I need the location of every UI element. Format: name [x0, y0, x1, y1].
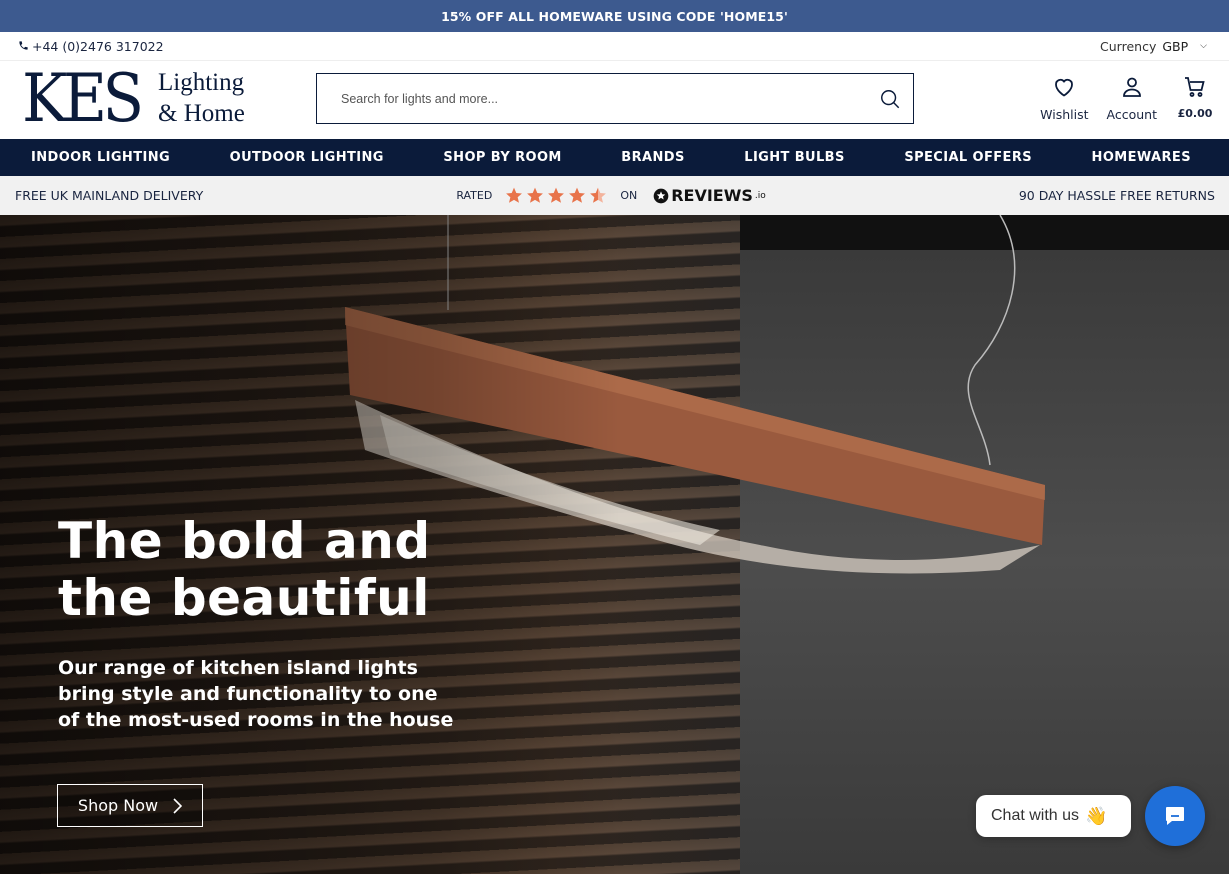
usp-returns: 90 DAY HASSLE FREE RETURNS — [1018, 188, 1215, 203]
nav-light-bulbs[interactable]: LIGHT BULBS — [744, 150, 845, 165]
basket-button[interactable]: £0.00 — [1175, 75, 1215, 122]
search-icon[interactable] — [879, 88, 901, 110]
currency-selector[interactable]: Currency GBP ⌵ — [1100, 39, 1207, 54]
reviews-io-logo: REVIEWS .io — [653, 186, 766, 205]
header-actions: Wishlist Account £0.00 — [1040, 75, 1215, 122]
half-star-icon — [590, 187, 607, 203]
utility-bar: +44 (0)2476 317022 Currency GBP ⌵ — [0, 32, 1229, 61]
nav-brands[interactable]: BRANDS — [621, 150, 684, 165]
basket-total: £0.00 — [1177, 107, 1213, 120]
logo-line-2: & Home — [158, 100, 245, 127]
on-label: ON — [620, 189, 638, 202]
hero-title-line-1: The bold and — [58, 512, 431, 570]
hero-title: The bold and the beautiful — [58, 513, 538, 627]
wishlist-label: Wishlist — [1040, 107, 1089, 122]
nav-indoor-lighting[interactable]: INDOOR LIGHTING — [31, 150, 170, 165]
account-label: Account — [1106, 107, 1157, 122]
promo-banner: 15% OFF ALL HOMEWARE USING CODE 'HOME15' — [0, 0, 1229, 32]
shop-now-label: Shop Now — [77, 796, 159, 815]
main-navigation: INDOOR LIGHTING OUTDOOR LIGHTING SHOP BY… — [0, 139, 1229, 176]
reviews-brand: REVIEWS — [671, 186, 753, 205]
basket-icon — [1185, 77, 1205, 97]
chat-launcher-button[interactable] — [1145, 786, 1205, 846]
chat-label: Chat with us — [991, 807, 1080, 824]
user-icon — [1122, 77, 1141, 97]
currency-value: GBP — [1162, 38, 1189, 54]
phone-number: +44 (0)2476 317022 — [32, 38, 164, 54]
usp-bar: FREE UK MAINLAND DELIVERY RATED ON REVIE… — [0, 176, 1229, 215]
reviews-suffix: .io — [754, 190, 766, 201]
chevron-down-icon: ⌵ — [1200, 41, 1207, 51]
account-button[interactable]: Account — [1107, 75, 1157, 122]
hero-title-line-2: the beautiful — [58, 569, 430, 627]
wave-icon: 👋 — [1085, 805, 1108, 826]
star-icon — [548, 187, 565, 203]
wishlist-button[interactable]: Wishlist — [1040, 75, 1089, 122]
phone-icon — [18, 39, 29, 54]
promo-text: 15% OFF ALL HOMEWARE USING CODE 'HOME15' — [441, 8, 788, 24]
star-rating — [504, 186, 608, 205]
reviews-star-icon — [653, 188, 669, 203]
site-logo[interactable]: KES Lighting & Home — [22, 63, 262, 135]
site-header: KES Lighting & Home Wishlist Account £0.… — [0, 61, 1229, 139]
logo-wordmark: KES — [22, 60, 144, 137]
usp-delivery: FREE UK MAINLAND DELIVERY — [15, 188, 204, 203]
logo-line-1: Lighting — [158, 69, 245, 96]
phone-link[interactable]: +44 (0)2476 317022 — [18, 39, 164, 54]
chat-prompt[interactable]: Chat with us 👋 — [976, 795, 1131, 837]
nav-special-offers[interactable]: SPECIAL OFFERS — [904, 150, 1032, 165]
nav-homewares[interactable]: HOMEWARES — [1092, 150, 1191, 165]
search-box — [316, 73, 914, 124]
chevron-right-icon — [173, 797, 183, 814]
nav-shop-by-room[interactable]: SHOP BY ROOM — [443, 150, 561, 165]
chat-icon — [1166, 807, 1184, 825]
star-icon — [506, 187, 523, 203]
hero-description: Our range of kitchen island lights bring… — [58, 657, 454, 731]
search-input[interactable] — [341, 91, 879, 106]
hero-banner: The bold and the beautiful Our range of … — [0, 215, 1229, 874]
rated-label: RATED — [456, 189, 493, 202]
heart-icon — [1055, 78, 1074, 97]
currency-label: Currency — [1100, 38, 1157, 54]
shop-now-button[interactable]: Shop Now — [57, 784, 203, 827]
reviews-rating[interactable]: RATED ON REVIEWS .io — [456, 186, 765, 205]
star-icon — [569, 187, 586, 203]
star-icon — [527, 187, 544, 203]
nav-outdoor-lighting[interactable]: OUTDOOR LIGHTING — [230, 150, 384, 165]
